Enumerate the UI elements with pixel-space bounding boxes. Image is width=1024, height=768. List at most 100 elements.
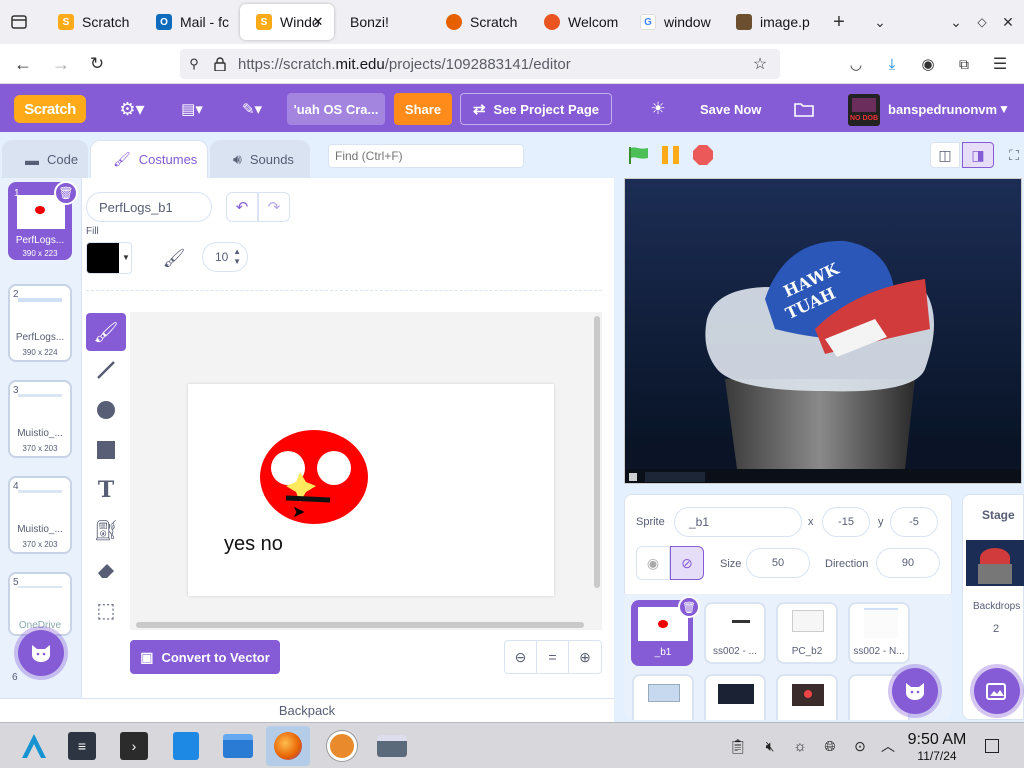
tab-costumes[interactable]: 🖌︎ Costumes [90,140,208,178]
sprite-item[interactable]: PC_b2 [776,602,838,664]
account-icon[interactable]: ◉ [918,54,938,74]
volume-muted-icon[interactable]: 🔇︎ [760,736,780,756]
clock[interactable]: 9:50 AM 11/7/24 [904,731,970,763]
sprite-item[interactable]: ss002 - N... [848,602,910,664]
start-menu-icon[interactable] [12,726,56,766]
share-button[interactable]: Share [394,93,452,125]
sprite-item[interactable] [704,674,766,720]
save-now-button[interactable]: Save Now [700,102,761,117]
theme-lightbulb-icon[interactable]: ☀ [646,98,670,120]
show-sprite-eye-icon[interactable]: ◉ [636,546,670,580]
delete-costume-icon[interactable]: 🗑︎ [54,181,78,205]
network-icon[interactable]: 🌐︎ [820,736,840,756]
sprite-item[interactable]: ss002 - ... [704,602,766,664]
bookmark-star-icon[interactable]: ☆ [750,54,770,74]
small-stage-icon[interactable]: ◫ [930,142,960,168]
site-info-icon[interactable]: ⚲ [184,54,204,74]
direction-input[interactable]: 90 [876,548,940,578]
stop-icon[interactable] [692,144,714,166]
browser-tab[interactable]: Welcom [528,4,624,40]
zoom-reset-icon[interactable]: = [537,641,569,673]
file-menu-icon[interactable]: ▤▾ [176,98,208,120]
find-input[interactable] [328,144,524,168]
minimize-window-icon[interactable]: ⌄ [944,10,968,34]
choose-sprite-button[interactable] [892,668,938,714]
delete-sprite-icon[interactable]: 🗑︎ [678,596,700,618]
brightness-icon[interactable]: ☼ [790,736,810,756]
extensions-icon[interactable]: ⧉ [954,54,974,74]
sprite-item[interactable] [776,674,838,720]
account-caret-icon[interactable]: ▼ [996,100,1012,118]
zoom-in-icon[interactable]: ⊕ [569,641,601,673]
terminal-icon[interactable]: › [112,726,156,766]
paint-canvas[interactable] [188,384,554,596]
reload-icon[interactable]: ↻ [84,52,110,76]
close-tab-icon[interactable]: ✕ [310,14,326,30]
new-tab-icon[interactable]: + [826,10,852,34]
select-tool[interactable]: ⬚ [90,594,122,626]
browser-taskbar-icon[interactable] [320,726,364,766]
restore-window-icon[interactable]: ◇ [970,10,994,34]
zoom-out-icon[interactable]: ⊖ [505,641,537,673]
undo-icon[interactable]: ↶ [226,192,258,222]
see-project-page-button[interactable]: ⇄ See Project Page [460,93,612,125]
my-stuff-folder-icon[interactable] [792,98,816,120]
username[interactable]: banspedrunonvm [888,102,997,117]
fullscreen-icon[interactable]: ⛶ [1004,144,1024,166]
printer-icon[interactable] [370,726,414,766]
circle-tool[interactable] [90,394,122,426]
pocket-icon[interactable]: ◡ [846,54,866,74]
project-title-input[interactable]: 'uah OS Cra... [287,93,385,125]
text-tool[interactable]: T [90,474,122,506]
downloads-icon[interactable]: ⤓ [882,54,902,74]
stage-canvas[interactable]: HAWK TUAH [624,178,1022,484]
green-flag-icon[interactable] [628,146,650,164]
brush-tool[interactable]: 🖌︎ [86,313,126,351]
browser-tab-active[interactable]: S Windo ✕ [240,4,334,40]
browser-tab[interactable]: Gwindow [624,4,720,40]
edit-menu-icon[interactable]: ✎▾ [236,98,268,120]
avatar[interactable]: NO DOB [848,94,880,126]
back-icon[interactable]: ← [10,52,36,76]
tray-expand-icon[interactable]: ︿ [878,736,898,756]
eraser-tool[interactable] [90,554,122,586]
costume-item[interactable]: 5 OneDrive [8,572,72,636]
show-desktop-icon[interactable] [982,736,1002,756]
stepper-arrows-icon[interactable]: ▲ ▼ [233,247,241,267]
tab-list-chevron-icon[interactable]: ⌄ [868,10,892,34]
costume-item[interactable]: 3 Muistio_... 370 x 203 [8,380,72,458]
tab-overview-icon[interactable] [6,10,32,34]
settings-gear-icon[interactable]: ⚙▾ [116,98,148,120]
sprite-item[interactable] [632,674,694,720]
tab-sounds[interactable]: 🔊︎ Sounds [210,140,310,178]
scratch-logo[interactable]: Scratch [14,95,86,123]
size-input[interactable]: 50 [746,548,810,578]
redo-icon[interactable]: ↷ [258,192,290,222]
costume-name-input[interactable]: PerfLogs_b1 [86,192,212,222]
y-input[interactable]: -5 [890,507,938,537]
normal-stage-icon[interactable]: ◨ [962,142,994,168]
brush-size-input[interactable]: 10 ▲ ▼ [202,242,248,272]
forward-icon[interactable]: → [48,52,74,76]
fill-color-picker[interactable]: ▼ [86,242,132,274]
pause-icon[interactable] [660,146,682,164]
browser-tab[interactable]: image.p [720,4,820,40]
line-tool[interactable] [90,354,122,386]
convert-to-vector-button[interactable]: ▣ Convert to Vector [130,640,280,674]
browser-tab[interactable]: Bonzi! [334,4,430,40]
tab-code[interactable]: ▬ Code [2,140,88,178]
rectangle-tool[interactable] [90,434,122,466]
app-menu-icon[interactable]: ☰ [990,54,1010,74]
browser-tab[interactable]: Scratch [430,4,528,40]
browser-tab[interactable]: O Mail - fc [140,4,240,40]
sprite-name-input[interactable]: _b1 [674,507,802,537]
firefox-taskbar-icon[interactable] [266,726,310,766]
software-store-icon[interactable] [164,726,208,766]
horizontal-scrollbar[interactable] [136,622,584,628]
clipboard-icon[interactable]: 📋︎ [728,736,748,756]
settings-app-icon[interactable]: ≡ [60,726,104,766]
choose-backdrop-button[interactable] [974,668,1020,714]
hide-sprite-eye-icon[interactable]: ⊘ [670,546,704,580]
fill-tool[interactable]: ⛽︎ [90,514,122,546]
costume-item[interactable]: 2 PerfLogs... 390 x 224 [8,284,72,362]
